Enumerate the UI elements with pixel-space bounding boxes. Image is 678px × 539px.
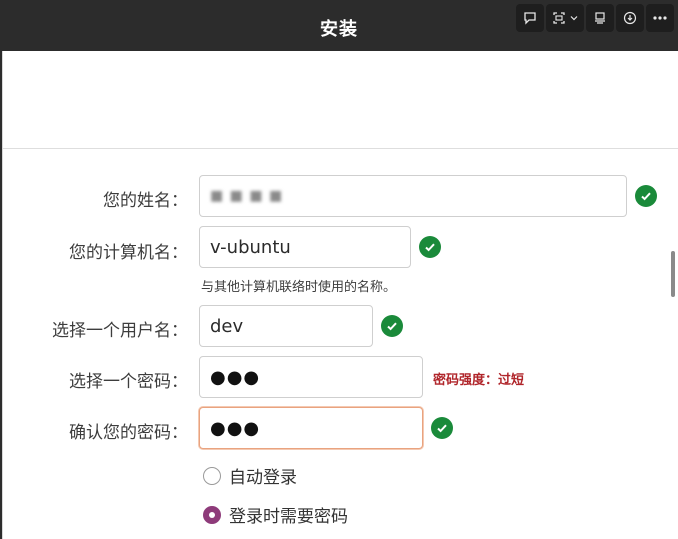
download-icon [623, 11, 637, 25]
confirm-password-label: 确认您的密码： [69, 423, 188, 443]
require-password-radio[interactable] [203, 505, 221, 524]
password-field[interactable]: ●●● [199, 356, 423, 398]
require-password-option[interactable]: 登录时需要密码 [203, 502, 348, 527]
download-button[interactable] [616, 4, 644, 32]
overlay-toolbar [516, 4, 674, 32]
computer-name-hint: 与其他计算机联络时使用的名称。 [201, 280, 397, 295]
username-label: 选择一个用户名： [52, 321, 188, 341]
auto-login-label: 自动登录 [229, 468, 297, 488]
confirm-password-valid-check-icon [431, 417, 453, 439]
password-strength-text: 密码强度：过短 [433, 373, 525, 388]
name-valid-check-icon [635, 185, 657, 207]
computer-name-value: v-ubuntu [210, 236, 291, 258]
window-titlebar: 安装 [0, 0, 678, 51]
confirm-password-field[interactable]: ●●● [199, 407, 423, 449]
comment-button[interactable] [516, 4, 544, 32]
screen-capture-button[interactable] [546, 4, 584, 32]
more-icon [653, 16, 667, 20]
chevron-down-icon [570, 16, 578, 21]
section-divider [3, 148, 678, 149]
computer-name-label: 您的计算机名： [69, 243, 188, 263]
username-field[interactable]: dev [199, 305, 373, 347]
screen-capture-icon [553, 12, 565, 24]
more-button[interactable] [646, 4, 674, 32]
username-value: dev [210, 315, 244, 337]
pin-window-icon [595, 12, 605, 24]
require-password-label: 登录时需要密码 [229, 507, 348, 527]
speech-bubble-icon [524, 12, 536, 25]
password-label: 选择一个密码： [69, 372, 188, 392]
pin-window-button[interactable] [586, 4, 614, 32]
installer-content: 您的姓名： ■ ■ ■ ■ 您的计算机名： v-ubuntu 与其他计算机联络时… [2, 51, 678, 539]
auto-login-option[interactable]: 自动登录 [203, 463, 297, 488]
computer-name-field[interactable]: v-ubuntu [199, 226, 411, 268]
name-field[interactable]: ■ ■ ■ ■ [199, 175, 627, 217]
confirm-password-masked-value: ●●● [210, 417, 261, 439]
name-value-blurred: ■ ■ ■ ■ [210, 188, 284, 204]
scrollbar[interactable] [671, 251, 675, 297]
username-valid-check-icon [381, 315, 403, 337]
password-masked-value: ●●● [210, 366, 261, 388]
computer-name-valid-check-icon [419, 236, 441, 258]
name-label: 您的姓名： [103, 191, 188, 211]
auto-login-radio[interactable] [203, 466, 221, 485]
